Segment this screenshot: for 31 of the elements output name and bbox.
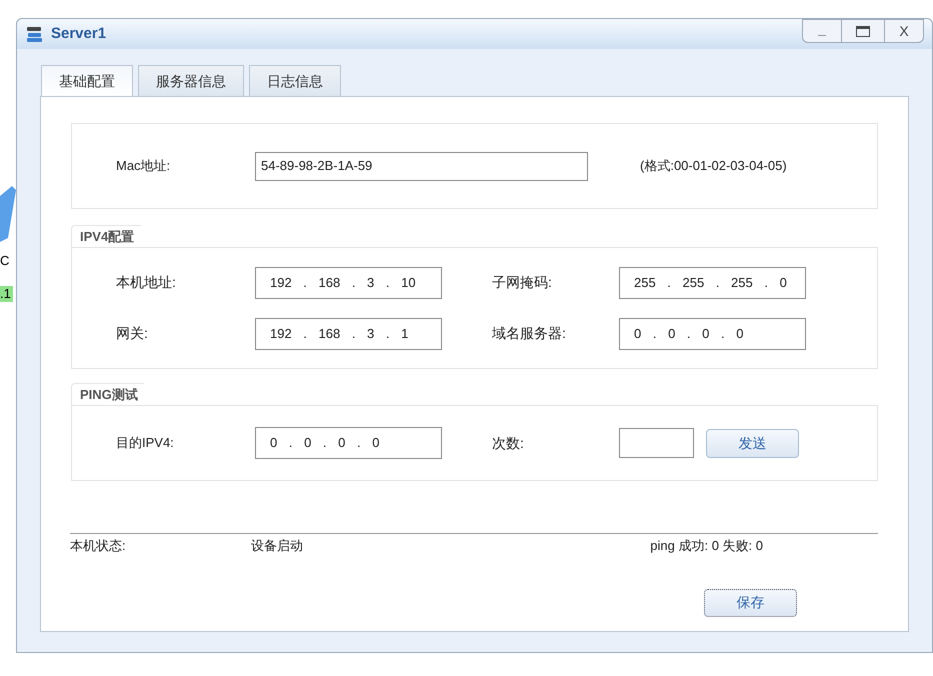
ip-field[interactable]: 255 . 255 . 255 . 0 (619, 266, 806, 298)
field-label: 次数: (491, 434, 525, 452)
field-label: 本机地址: (116, 273, 177, 292)
tab[interactable]: 基础配置 (41, 65, 133, 96)
field-label: 域名服务器: (491, 324, 567, 343)
device-label: C (0, 253, 10, 269)
send-button[interactable]: 发送 (706, 428, 799, 458)
count-field[interactable] (619, 428, 694, 458)
field-label: Mac地址: (116, 157, 172, 176)
status-label: 本机状态: (70, 537, 127, 555)
field-label: 子网掩码: (491, 273, 553, 292)
tab[interactable]: 服务器信息 (138, 65, 244, 96)
ip-field[interactable]: 192 . 168 . 3 . 1 (255, 318, 442, 350)
format-hint: (格式:00-01-02-03-04-05) (640, 157, 787, 176)
ping-result: ping 成功: 0 失败: 0 (650, 537, 763, 555)
server-icon (25, 24, 45, 44)
save-button[interactable]: 保存 (704, 588, 797, 616)
field-label: 目的IPV4: (116, 434, 175, 452)
tab[interactable]: 日志信息 (249, 65, 341, 96)
maximize-button[interactable] (842, 19, 884, 43)
window-title: Server1 (51, 24, 106, 44)
device-label: .1 (0, 286, 13, 302)
minimize-button[interactable]: _ (802, 19, 842, 43)
mac-field[interactable]: 54-89-98-2B-1A-59 (255, 152, 588, 180)
close-button[interactable]: X (884, 19, 924, 43)
status-value: 设备启动 (251, 537, 303, 555)
field-label: 网关: (116, 324, 149, 343)
maximize-icon (856, 26, 870, 36)
ip-field[interactable]: 0 . 0 . 0 . 0 (619, 318, 806, 350)
ip-field[interactable]: 0 . 0 . 0 . 0 (255, 427, 442, 459)
ip-field[interactable]: 192 . 168 . 3 . 10 (255, 266, 442, 298)
